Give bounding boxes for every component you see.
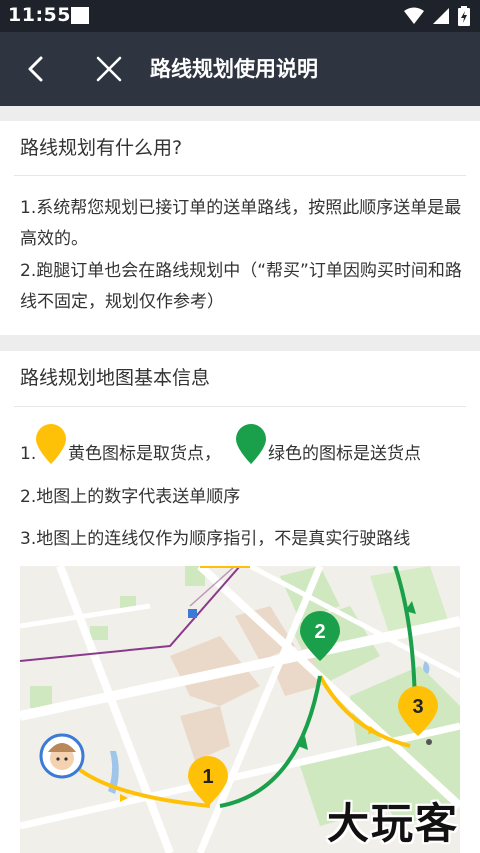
legend-yellow: 黄色图标是取货点， xyxy=(68,444,221,464)
wifi-icon xyxy=(404,7,424,24)
section-usage: 路线规划有什么用? 1.系统帮您规划已接订单的送单路线，按照此顺序送单是最高效的… xyxy=(0,121,480,335)
legend-line: 1. xyxy=(20,441,36,467)
divider xyxy=(14,175,466,176)
map-info-item-2: 2.地图上的数字代表送单顺序 xyxy=(20,487,241,507)
system-icons xyxy=(404,6,470,26)
watermark-logo: 大玩客 xyxy=(327,799,460,848)
map-info-item-3: 3.地图上的连线仅作为顺序指引，不是真实行驶路线 xyxy=(20,529,411,549)
divider xyxy=(14,406,466,407)
stop-label-3: 3 xyxy=(412,696,423,718)
section-title: 路线规划地图基本信息 xyxy=(20,367,211,389)
battery-icon xyxy=(458,6,470,26)
top-bar: 路线规划使用说明 xyxy=(0,32,480,106)
close-icon[interactable] xyxy=(95,55,123,83)
section-title: 路线规划有什么用? xyxy=(20,137,183,159)
yellow-pin-icon xyxy=(36,424,66,464)
status-bar: 11:55 xyxy=(0,0,480,32)
status-time: 11:55 xyxy=(8,4,71,26)
usage-item-1: 1.系统帮您规划已接订单的送单路线，按照此顺序送单是最高效的。 xyxy=(20,198,462,249)
signal-icon xyxy=(433,8,449,24)
stop-label-1: 1 xyxy=(202,766,213,788)
legend-prefix: 1. xyxy=(20,444,37,464)
page-title: 路线规划使用说明 xyxy=(150,57,318,81)
usage-item-2: 2.跑腿订单也会在路线规划中（“帮买”订单因购买时间和路线不固定，规划仅作参考） xyxy=(20,261,462,312)
section-map-info: 路线规划地图基本信息 1. 黄色图标是取货点， 绿色的图标是送货点 2.地图上的… xyxy=(0,351,480,853)
green-pin-icon xyxy=(236,424,266,464)
notification-icon xyxy=(71,7,89,24)
stop-label-2: 2 xyxy=(314,621,325,643)
back-arrow-icon[interactable] xyxy=(22,55,50,83)
legend-green: 绿色的图标是送货点 xyxy=(268,444,421,464)
